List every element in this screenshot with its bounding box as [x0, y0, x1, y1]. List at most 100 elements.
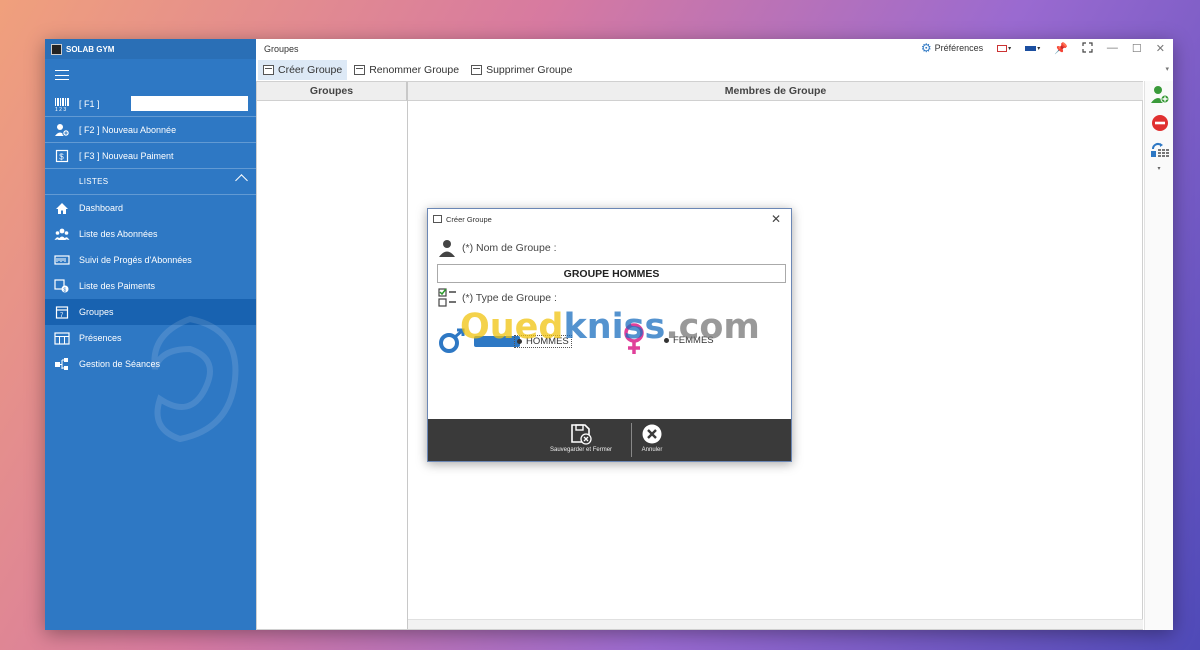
- chevron-up-icon: [235, 174, 248, 187]
- radio-dot-icon: [517, 339, 522, 344]
- group-name-input[interactable]: [437, 264, 786, 283]
- top-bar: Groupes ⚙ Préférences ▾ ▾ 📌 — ☐ ✕: [256, 39, 1173, 59]
- scroll-indicator-icon: ▾: [1157, 166, 1161, 172]
- sidebar-item-label: Liste des Paiments: [79, 281, 156, 291]
- sidebar-item-paiments[interactable]: $ Liste des Paiments: [45, 273, 256, 299]
- svg-text:$: $: [63, 287, 66, 293]
- search-shortcut-label: [ F1 ]: [79, 98, 100, 109]
- female-icon: [624, 323, 644, 354]
- calendar-icon: 7: [45, 305, 79, 319]
- cancel-icon: [642, 424, 662, 444]
- create-group-button[interactable]: Créer Groupe: [258, 59, 348, 80]
- app-title: SOLAB GYM: [66, 44, 115, 54]
- dialog-footer: Sauvegarder et Fermer Annuler: [428, 419, 791, 461]
- action-new-payment[interactable]: $ [ F3 ] Nouveau Paiment: [45, 143, 256, 169]
- transfer-grid-icon: [1150, 143, 1169, 157]
- sidebar-item-label: Dashboard: [79, 203, 124, 213]
- barcode-search-row: 1 2 3 [ F1 ]: [45, 91, 256, 117]
- action-label: [ F3 ] Nouveau Paiment: [79, 150, 174, 161]
- attendance-icon: [45, 331, 79, 345]
- preferences-label: Préférences: [934, 43, 984, 53]
- maximize-button[interactable]: ☐: [1132, 42, 1142, 55]
- delete-group-button[interactable]: Supprimer Groupe: [466, 60, 577, 80]
- users-icon: [45, 228, 79, 241]
- user-icon: [439, 240, 455, 257]
- color-swatch-icon: [1025, 45, 1037, 51]
- male-icon: [439, 328, 465, 353]
- add-member-button[interactable]: [1145, 81, 1174, 109]
- radio-femmes[interactable]: FEMMES: [664, 335, 714, 346]
- add-member-icon: [1150, 86, 1169, 104]
- rename-group-icon: [354, 64, 366, 75]
- membres-column-header[interactable]: Membres de Groupe: [408, 82, 1143, 101]
- page-title: Groupes: [264, 44, 299, 54]
- checklist-icon: [438, 288, 456, 307]
- radio-hommes[interactable]: HOMMES: [514, 335, 572, 348]
- add-user-icon: [45, 123, 79, 137]
- theme-dropdown[interactable]: ▾: [997, 44, 1012, 52]
- rename-group-label: Renommer Groupe: [369, 63, 460, 76]
- color-dropdown[interactable]: ▾: [1025, 45, 1040, 52]
- window-controls: ⚙ Préférences ▾ ▾ 📌 — ☐ ✕: [921, 41, 1165, 55]
- progress-icon: [45, 254, 79, 266]
- create-group-label: Créer Groupe: [278, 63, 343, 76]
- hamburger-menu-button[interactable]: [45, 59, 256, 91]
- minimize-button[interactable]: —: [1107, 42, 1118, 54]
- sidebar: SOLAB GYM 1 2 3 [ F1 ] [ F2 ] Nouveau Ab…: [45, 39, 256, 630]
- column-divider[interactable]: [407, 82, 408, 629]
- payment-icon: $: [45, 149, 79, 163]
- background-logo-icon: [151, 315, 239, 443]
- svg-text:1 2 3: 1 2 3: [55, 107, 66, 111]
- section-label: LISTES: [79, 177, 109, 186]
- toolbar-overflow-icon[interactable]: ▾: [1165, 65, 1169, 73]
- action-new-subscriber[interactable]: [ F2 ] Nouveau Abonnée: [45, 117, 256, 143]
- action-label: [ F2 ] Nouveau Abonnée: [79, 124, 177, 135]
- members-action-bar: ▾: [1144, 81, 1173, 630]
- sidebar-item-dashboard[interactable]: Dashboard: [45, 195, 256, 221]
- sessions-icon: [45, 357, 79, 371]
- sidebar-item-abonnees[interactable]: Liste des Abonnées: [45, 221, 256, 247]
- sidebar-item-suivi[interactable]: Suivi de Progés d'Abonnées: [45, 247, 256, 273]
- remove-icon: [1151, 115, 1168, 131]
- cancel-label: Annuler: [641, 447, 663, 453]
- rename-group-button[interactable]: Renommer Groupe: [349, 60, 464, 80]
- save-icon: [571, 424, 592, 445]
- horizontal-scrollbar[interactable]: [408, 619, 1143, 629]
- cancel-button[interactable]: Annuler: [641, 423, 663, 453]
- groupes-column-header[interactable]: Groupes: [257, 82, 407, 101]
- fullscreen-icon[interactable]: [1082, 41, 1093, 55]
- svg-text:$: $: [59, 152, 64, 161]
- toolbar: Créer Groupe Renommer Groupe Supprimer G…: [256, 59, 1173, 80]
- sidebar-item-label: Présences: [79, 333, 122, 343]
- sidebar-item-label: Suivi de Progés d'Abonnées: [79, 255, 192, 265]
- delete-group-label: Supprimer Groupe: [486, 63, 573, 76]
- group-name-label: (*) Nom de Groupe :: [462, 242, 557, 254]
- group-type-label: (*) Type de Groupe :: [462, 292, 557, 304]
- preferences-button[interactable]: ⚙ Préférences: [921, 41, 983, 55]
- transfer-member-button[interactable]: [1145, 137, 1174, 165]
- save-close-button[interactable]: Sauvegarder et Fermer: [550, 423, 612, 453]
- delete-group-icon: [471, 64, 483, 75]
- home-icon: [45, 202, 79, 215]
- hamburger-icon: [55, 70, 69, 80]
- group-type-label-row: (*) Type de Groupe :: [438, 288, 557, 308]
- group-name-label-row: (*) Nom de Groupe :: [438, 239, 557, 257]
- radio-hommes-label: HOMMES: [526, 336, 569, 347]
- save-close-label: Sauvegarder et Fermer: [550, 447, 613, 453]
- close-window-button[interactable]: ✕: [1156, 42, 1165, 55]
- chevron-down-icon: ▾: [1008, 45, 1012, 52]
- dialog-close-button[interactable]: ✕: [771, 212, 781, 226]
- section-listes[interactable]: LISTES: [45, 169, 256, 195]
- footer-separator: [631, 423, 632, 457]
- pin-icon[interactable]: 📌: [1054, 42, 1068, 55]
- payments-list-icon: $: [45, 279, 79, 293]
- barcode-icon: 1 2 3: [45, 97, 79, 111]
- gear-icon: ⚙: [920, 41, 932, 55]
- radio-dot-icon: [664, 338, 669, 343]
- remove-member-button[interactable]: [1145, 109, 1174, 137]
- sidebar-item-label: Liste des Abonnées: [79, 229, 158, 239]
- barcode-search-input[interactable]: [130, 96, 248, 111]
- create-group-dialog: Créer Groupe ✕ (*) Nom de Groupe : (*) T…: [427, 208, 792, 462]
- dialog-title: Créer Groupe: [446, 214, 492, 224]
- theme-swatch-icon: [997, 44, 1008, 52]
